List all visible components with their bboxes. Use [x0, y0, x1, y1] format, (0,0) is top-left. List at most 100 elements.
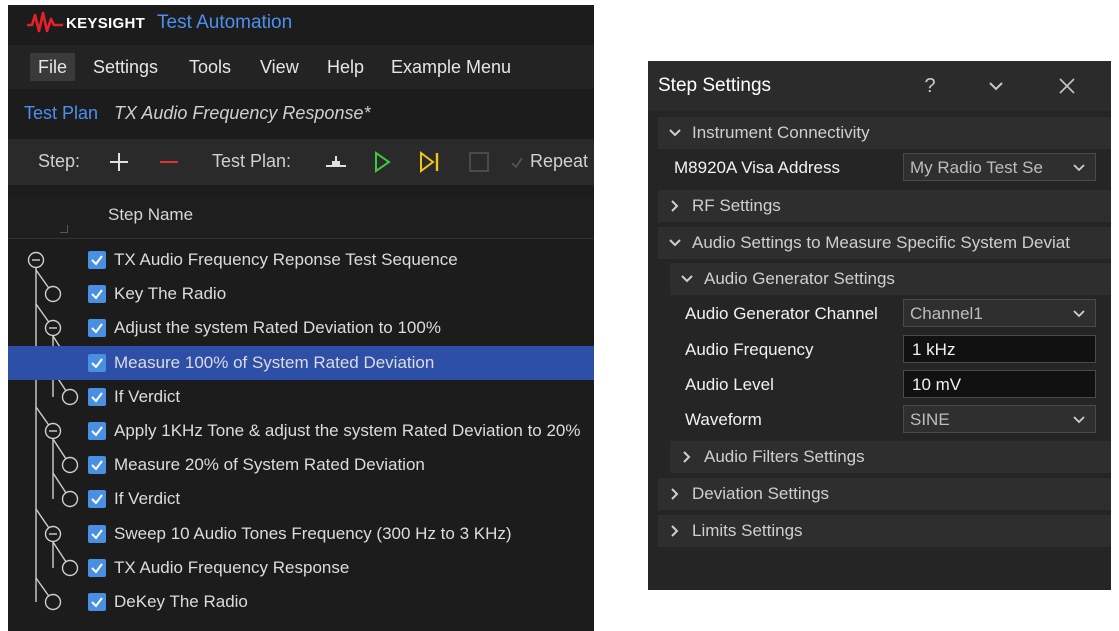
test-step-row[interactable]: Adjust the system Rated Deviation to 100… — [8, 311, 594, 345]
section-audio-settings[interactable]: Audio Settings to Measure Specific Syste… — [658, 227, 1111, 259]
menu-help[interactable]: Help — [319, 53, 372, 81]
chevron-down-icon — [1073, 164, 1085, 172]
chevron-right-icon — [671, 525, 679, 537]
step-name: Adjust the system Rated Deviation to 100… — [114, 318, 441, 337]
section-limits-settings[interactable]: Limits Settings — [658, 515, 1111, 547]
step-name-column-header[interactable]: Step Name — [8, 195, 594, 239]
chevron-right-icon — [683, 451, 691, 463]
test-step-row[interactable]: Key The Radio — [8, 277, 594, 311]
select-value: SINE — [910, 410, 950, 429]
input-value: 10 mV — [912, 375, 962, 394]
step-enabled-checkbox[interactable] — [88, 319, 106, 337]
test-automation-window: KEYSIGHT Test Automation File Settings T… — [8, 5, 594, 631]
step-name: If Verdict — [114, 387, 181, 406]
section-instrument-connectivity[interactable]: Instrument Connectivity — [658, 117, 1111, 149]
step-enabled-checkbox[interactable] — [88, 422, 106, 440]
step-settings-panel: Step Settings ? Instrument Connectivity … — [648, 61, 1111, 590]
chevron-down-icon[interactable] — [984, 73, 1008, 99]
minus-icon[interactable] — [158, 148, 180, 176]
step-settings-header: Step Settings ? — [648, 61, 1111, 111]
step-name: TX Audio Frequency Reponse Test Sequence — [114, 250, 458, 269]
breakpoint-icon[interactable] — [324, 148, 348, 176]
step-enabled-checkbox[interactable] — [88, 490, 106, 508]
menu-tools[interactable]: Tools — [181, 53, 239, 81]
checkmark-icon — [91, 358, 103, 369]
checkmark-icon — [91, 323, 103, 334]
test-plan-toolbar-label: Test Plan: — [212, 151, 292, 171]
step-enabled-checkbox[interactable] — [88, 285, 106, 303]
menu-view[interactable]: View — [252, 53, 307, 81]
section-deviation-settings[interactable]: Deviation Settings — [658, 478, 1111, 510]
checkmark-icon — [91, 597, 103, 608]
audio-channel-label: Audio Generator Channel — [685, 304, 878, 323]
waveform-select[interactable]: SINE — [903, 405, 1096, 433]
test-step-row[interactable]: Apply 1KHz Tone & adjust the system Rate… — [8, 414, 594, 448]
step-name: TX Audio Frequency Response — [114, 558, 350, 577]
plus-icon[interactable] — [108, 148, 130, 176]
test-step-row[interactable]: Measure 100% of System Rated Deviation — [8, 346, 594, 380]
test-step-row[interactable]: DeKey The Radio — [8, 585, 594, 619]
step-enabled-checkbox[interactable] — [88, 354, 106, 372]
step-enabled-checkbox[interactable] — [88, 251, 106, 269]
visa-address-select[interactable]: My Radio Test Se — [903, 153, 1096, 181]
waveform-label: Waveform — [685, 410, 762, 429]
menu-example[interactable]: Example Menu — [383, 53, 519, 81]
visa-address-label: M8920A Visa Address — [674, 158, 841, 177]
step-enabled-checkbox[interactable] — [88, 559, 106, 577]
step-settings-title: Step Settings — [658, 75, 772, 96]
help-icon[interactable]: ? — [918, 73, 942, 99]
step-name: Apply 1KHz Tone & adjust the system Rate… — [114, 421, 581, 440]
stop-icon[interactable] — [468, 148, 490, 176]
audio-frequency-input[interactable]: 1 kHz — [903, 335, 1096, 363]
section-rf-settings[interactable]: RF Settings — [658, 190, 1111, 222]
section-label: Limits Settings — [692, 521, 803, 540]
keysight-logo-icon — [27, 11, 63, 33]
check-icon[interactable] — [510, 148, 524, 176]
close-icon[interactable] — [1055, 73, 1079, 99]
step-enabled-checkbox[interactable] — [88, 456, 106, 474]
test-plan-breadcrumb: Test Plan TX Audio Frequency Response* — [8, 100, 594, 130]
play-icon[interactable] — [372, 148, 392, 176]
test-step-tree: TX Audio Frequency Reponse Test Sequence… — [8, 240, 594, 631]
select-value: Channel1 — [910, 304, 983, 323]
checkmark-icon — [91, 563, 103, 574]
test-step-row[interactable]: TX Audio Frequency Response — [8, 551, 594, 585]
audio-channel-select[interactable]: Channel1 — [903, 299, 1096, 327]
test-step-row[interactable]: TX Audio Frequency Reponse Test Sequence — [8, 243, 594, 277]
menu-settings[interactable]: Settings — [85, 53, 166, 81]
audio-level-input[interactable]: 10 mV — [903, 370, 1096, 398]
step-name: Measure 100% of System Rated Deviation — [114, 353, 435, 372]
test-step-row[interactable]: If Verdict — [8, 482, 594, 516]
checkmark-icon — [91, 529, 103, 540]
column-resize-handle[interactable] — [60, 225, 68, 233]
step-name: Key The Radio — [114, 284, 227, 303]
checkmark-icon — [91, 460, 103, 471]
column-header-label: Step Name — [108, 205, 194, 224]
step-enabled-checkbox[interactable] — [88, 593, 106, 611]
section-audio-filters[interactable]: Audio Filters Settings — [670, 441, 1111, 473]
select-value: My Radio Test Se — [910, 158, 1043, 177]
test-plan-label[interactable]: Test Plan — [24, 103, 98, 124]
step-run-icon[interactable] — [418, 148, 442, 176]
menu-file[interactable]: File — [30, 53, 76, 81]
checkmark-icon — [91, 426, 103, 437]
section-audio-generator[interactable]: Audio Generator Settings — [670, 263, 1111, 295]
repeat-label[interactable]: Repeat — [530, 151, 588, 172]
step-toolbar: Step: Test Plan: Repeat — [8, 139, 594, 185]
audio-level-label: Audio Level — [685, 375, 774, 394]
chevron-right-icon — [671, 200, 679, 212]
step-name: DeKey The Radio — [114, 592, 248, 611]
step-name: Sweep 10 Audio Tones Frequency (300 Hz t… — [114, 524, 512, 543]
step-enabled-checkbox[interactable] — [88, 388, 106, 406]
brand-name: KEYSIGHT — [66, 15, 146, 32]
step-enabled-checkbox[interactable] — [88, 525, 106, 543]
test-step-row[interactable]: Measure 20% of System Rated Deviation — [8, 448, 594, 482]
chevron-down-icon — [1073, 310, 1085, 318]
test-step-row[interactable]: If Verdict — [8, 380, 594, 414]
step-name: If Verdict — [114, 489, 181, 508]
step-toolbar-label: Step: — [38, 151, 81, 171]
test-step-row[interactable]: Sweep 10 Audio Tones Frequency (300 Hz t… — [8, 517, 594, 551]
input-value: 1 kHz — [912, 340, 956, 359]
section-label: Deviation Settings — [692, 484, 830, 503]
app-title: Test Automation — [157, 12, 293, 33]
